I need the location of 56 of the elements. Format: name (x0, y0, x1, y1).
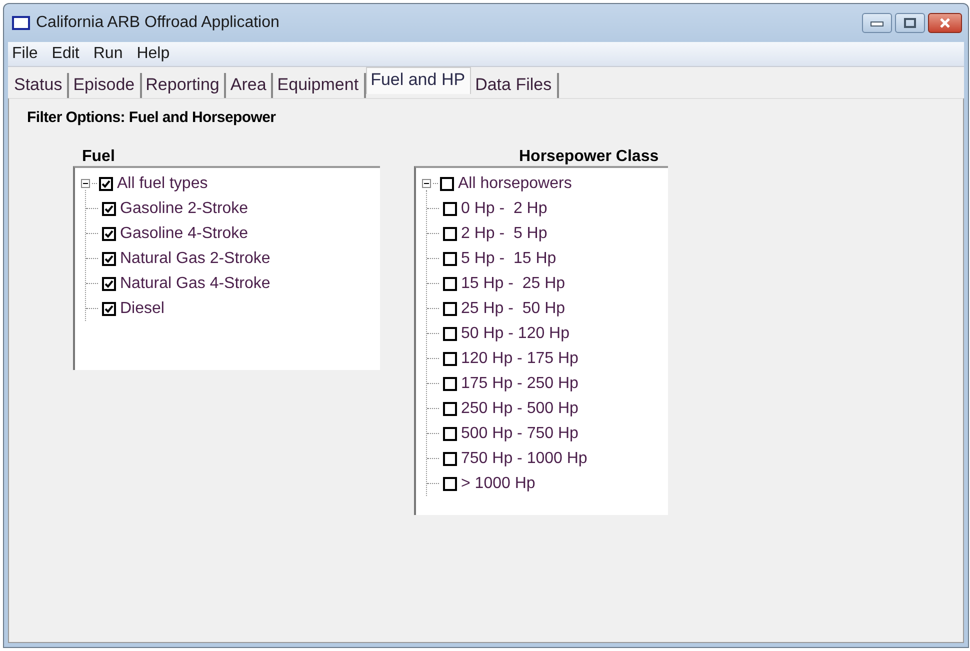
menu-item[interactable]: Edit (52, 45, 80, 63)
checkbox[interactable] (443, 476, 457, 490)
tree-item[interactable]: 50 Hp - 120 Hp (461, 324, 570, 342)
tree-item[interactable]: 15 Hp - 25 Hp (461, 274, 566, 292)
tree-item[interactable]: 5 Hp - 15 Hp (461, 250, 556, 268)
tree-item[interactable]: 250 Hp - 500 Hp (461, 400, 578, 418)
section-heading: Filter Options: Fuel and Horsepower (27, 109, 277, 126)
maximize-button[interactable] (895, 13, 925, 33)
checked-checkbox[interactable] (102, 202, 116, 216)
checkbox[interactable] (443, 302, 457, 316)
tree-item[interactable]: Natural Gas 4-Stroke (120, 274, 270, 292)
tree-item[interactable]: 2 Hp - 5 Hp (461, 224, 548, 242)
window-title: California ARB Offroad Application (36, 14, 280, 32)
checked-checkbox[interactable] (102, 252, 116, 266)
checkbox[interactable] (443, 426, 457, 440)
maximize-icon (903, 18, 917, 28)
checkbox[interactable] (440, 176, 454, 190)
tree-item[interactable]: 750 Hp - 1000 Hp (461, 450, 588, 468)
tree-item[interactable]: Gasoline 2-Stroke (120, 200, 248, 218)
tree-item[interactable]: 25 Hp - 50 Hp (461, 300, 566, 318)
checkbox[interactable] (443, 276, 457, 290)
tree-item[interactable]: 175 Hp - 250 Hp (461, 374, 578, 392)
checkbox[interactable] (443, 402, 457, 416)
checked-checkbox[interactable] (102, 226, 116, 240)
checkbox[interactable] (443, 326, 457, 340)
menu-item[interactable]: Help (136, 45, 170, 63)
group-title: Fuel (82, 148, 116, 166)
checkbox[interactable] (443, 452, 457, 466)
tree-item[interactable]: 500 Hp - 750 Hp (461, 424, 578, 442)
menu-item[interactable]: Run (93, 45, 123, 63)
checked-checkbox[interactable] (102, 276, 116, 290)
checkbox[interactable] (443, 352, 457, 366)
menu-item[interactable]: File (12, 45, 38, 63)
close-button[interactable] (928, 13, 962, 33)
tree-item[interactable]: > 1000 Hp (461, 474, 536, 492)
minimize-button[interactable] (862, 13, 892, 33)
checkbox[interactable] (443, 376, 457, 390)
tab[interactable]: Fuel and HP (366, 67, 472, 94)
tree-item[interactable]: All fuel types (117, 174, 208, 192)
checked-checkbox[interactable] (99, 176, 113, 190)
close-icon (938, 18, 952, 28)
checked-checkbox[interactable] (102, 302, 116, 316)
group-title: Horsepower Class (519, 148, 660, 166)
collapse-icon[interactable] (81, 179, 90, 188)
tree-item[interactable]: Diesel (120, 300, 164, 318)
window-icon (12, 16, 30, 30)
tree-item[interactable]: Natural Gas 2-Stroke (120, 250, 270, 268)
checkbox[interactable] (443, 252, 457, 266)
collapse-icon[interactable] (422, 179, 431, 188)
minimize-icon (870, 19, 884, 27)
checkbox[interactable] (443, 226, 457, 240)
tree-item[interactable]: All horsepowers (458, 174, 572, 192)
tree-item[interactable]: 120 Hp - 175 Hp (461, 350, 578, 368)
checkbox[interactable] (443, 202, 457, 216)
tree-item[interactable]: Gasoline 4-Stroke (120, 224, 248, 242)
tree-item[interactable]: 0 Hp - 2 Hp (461, 200, 548, 218)
